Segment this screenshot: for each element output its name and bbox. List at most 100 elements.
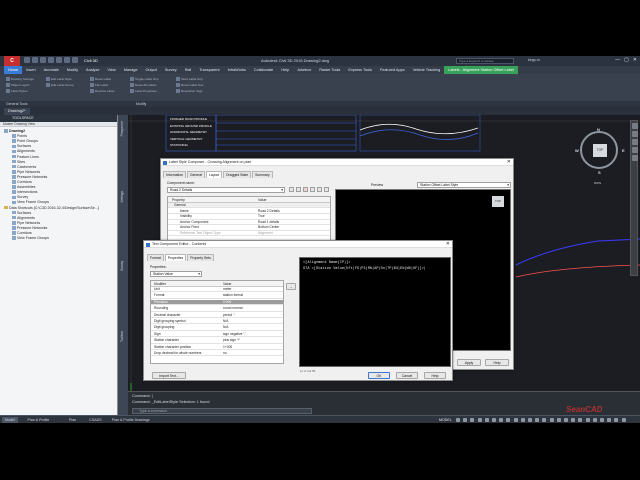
import-text-button[interactable]: Import Text... <box>152 372 186 379</box>
modifier-row[interactable]: Sign sign negative '-' <box>151 332 283 338</box>
modifier-value[interactable]: round normal <box>223 306 242 311</box>
composer-property-grid[interactable]: Property Value General Name Road 2 Details V… <box>167 196 331 244</box>
ribbon-button-toggle-label-grip[interactable]: Toggle Label Grip <box>130 77 159 82</box>
composer-apply-button[interactable]: Apply <box>457 359 481 366</box>
file-tab-drawing2[interactable]: Drawing2* <box>4 108 30 115</box>
composer-property-row[interactable]: General <box>168 203 330 209</box>
modifier-value[interactable]: period '.' <box>223 313 235 318</box>
ribbon-button-drawing-settings[interactable]: Drawing Settings <box>6 77 34 82</box>
status-toggle-icon[interactable] <box>542 418 547 422</box>
more-options-icon[interactable] <box>324 187 329 192</box>
ribbon-tab-raster-tools[interactable]: Raster Tools <box>315 66 344 74</box>
ribbon-button-label-properties[interactable]: Label Properties <box>130 89 157 94</box>
status-toggle-icon[interactable] <box>513 418 518 422</box>
status-toggle-icon[interactable] <box>520 418 525 422</box>
modifier-value[interactable]: sign negative '-' <box>223 332 246 337</box>
ribbon-button-flip-label[interactable]: Flip Label <box>90 83 108 88</box>
draw-order-icon[interactable] <box>310 187 315 192</box>
toolspace-view-select[interactable]: Master Drawing View <box>0 122 117 127</box>
ribbon-button-object-layers[interactable]: Object Layers <box>6 83 30 88</box>
tree-item-view-frame-groups[interactable]: View Frame Groups <box>12 236 49 241</box>
side-tab-prospector[interactable]: Prospector <box>120 121 124 136</box>
showmotion-icon[interactable] <box>631 155 638 161</box>
modifier-row[interactable]: Unit meter <box>151 287 283 293</box>
ribbon-tab-jukebox[interactable]: Jukebox <box>293 66 315 74</box>
undo-icon[interactable] <box>48 57 54 63</box>
modifier-value[interactable]: plus sign '+' <box>223 338 240 343</box>
status-toggle-icon[interactable] <box>564 418 568 422</box>
ribbon-tab-collaborate[interactable]: Collaborate <box>250 66 277 74</box>
orbit-icon[interactable] <box>631 147 638 153</box>
modifier-value[interactable]: N/A <box>223 319 229 324</box>
status-toggle-icon[interactable] <box>614 418 619 422</box>
modifier-row[interactable]: Format station format <box>151 293 283 299</box>
status-toggle-icon[interactable] <box>571 418 576 422</box>
status-toggle-icon[interactable] <box>607 418 612 422</box>
status-toggle-icon[interactable] <box>528 418 532 422</box>
status-toggle-icon[interactable] <box>506 418 511 422</box>
ribbon-button-reset-label-text[interactable]: Reset Label Text <box>176 83 203 88</box>
status-toggle-icon[interactable] <box>484 418 489 422</box>
ribbon-tab-infraworks[interactable]: InfraWorks <box>224 66 250 74</box>
property-value[interactable]: Bottom Center <box>258 225 279 230</box>
copy-component-icon[interactable] <box>296 187 301 192</box>
side-tab-toolbox[interactable]: Toolbox <box>120 331 124 342</box>
ribbon-button-edit-label-style[interactable]: Edit Label Style <box>46 77 72 82</box>
status-toggle-icon[interactable] <box>578 418 583 422</box>
status-toggle-icon[interactable] <box>621 418 626 422</box>
civil3d-logo[interactable]: C <box>4 56 20 66</box>
editor-close-button[interactable]: ✕ <box>446 241 450 248</box>
ribbon-button-reposition-tags[interactable]: Reposition Tags <box>176 89 202 94</box>
composer-tab-information[interactable]: Information <box>163 171 186 178</box>
modifier-value[interactable]: 1+000 <box>223 345 232 350</box>
property-value[interactable]: Road 1 details <box>258 220 279 225</box>
viewcube[interactable]: TOP N E S W WCS <box>575 127 625 185</box>
editor-ok-button[interactable]: OK <box>368 372 390 379</box>
preview-select[interactable]: Station Offset Label Style <box>417 182 511 188</box>
viewcube-wcs[interactable]: WCS <box>594 181 601 185</box>
modifier-value[interactable]: 0.000 <box>223 300 231 305</box>
status-toggle-icon[interactable] <box>535 418 540 422</box>
editor-text-line-1[interactable]: <[Alignment Name(CP)]> <box>303 261 350 265</box>
modifier-row[interactable]: Station character plus sign '+' <box>151 338 283 344</box>
status-toggle-icon[interactable] <box>470 418 475 422</box>
side-tab-settings[interactable]: Settings <box>120 191 124 203</box>
modifier-row[interactable]: Digit grouping symbol N/A <box>151 319 283 325</box>
modifier-value[interactable]: N/A <box>223 325 229 330</box>
zoom-icon[interactable] <box>631 139 638 145</box>
status-toggle-icon[interactable] <box>499 418 504 422</box>
ribbon-button-reset-label[interactable]: Reset Label <box>90 77 111 82</box>
composer-tab-general[interactable]: General <box>186 171 206 178</box>
ribbon-tab-help[interactable]: Help <box>277 66 293 74</box>
ribbon-tab-analyze[interactable]: Analyze <box>82 66 104 74</box>
modifier-row[interactable]: Decimal character period '.' <box>151 313 283 318</box>
ribbon-button-reset-all-labels[interactable]: Reset All Labels <box>130 83 157 88</box>
maximize-button[interactable]: ▢ <box>624 57 629 63</box>
modifier-row[interactable]: Rounding round normal <box>151 306 283 312</box>
side-tab-survey[interactable]: Survey <box>120 261 124 271</box>
user-account[interactable]: kepp-m <box>528 58 540 62</box>
status-toggle-icon[interactable] <box>456 418 460 422</box>
save-icon[interactable] <box>32 57 38 63</box>
modifier-row[interactable]: Drop decimal for whole numbers no <box>151 351 283 357</box>
property-value[interactable]: Road 2 Details <box>258 209 280 214</box>
command-input[interactable]: Type a command <box>132 408 312 414</box>
text-style-icon[interactable] <box>317 187 322 192</box>
viewcube-east[interactable]: E <box>622 148 625 153</box>
viewcube-south[interactable]: S <box>598 170 601 175</box>
composer-tab-summary[interactable]: Summary <box>252 171 273 178</box>
ribbon-tab-survey[interactable]: Survey <box>161 66 181 74</box>
steering-wheel-icon[interactable] <box>631 123 638 129</box>
status-toggle-icon[interactable] <box>492 418 496 422</box>
modifier-row[interactable]: Precision 0.000 <box>151 299 283 306</box>
ribbon-tab-contextual-labels[interactable]: Labels - Alignment Station Offset Label <box>444 66 518 74</box>
ribbon-button-reverse-label[interactable]: Reverse Label <box>90 89 114 94</box>
editor-help-button[interactable]: Help <box>424 372 446 379</box>
modifier-value[interactable]: meter <box>223 287 231 292</box>
ribbon-tab-insert[interactable]: Insert <box>22 66 40 74</box>
composer-property-row[interactable]: Anchor Component Road 1 details <box>168 220 330 226</box>
property-value[interactable]: Alignment <box>258 231 273 236</box>
minimize-button[interactable]: — <box>615 57 620 63</box>
status-toggle-icon[interactable] <box>592 418 597 422</box>
ribbon-tab-output[interactable]: Output <box>141 66 160 74</box>
